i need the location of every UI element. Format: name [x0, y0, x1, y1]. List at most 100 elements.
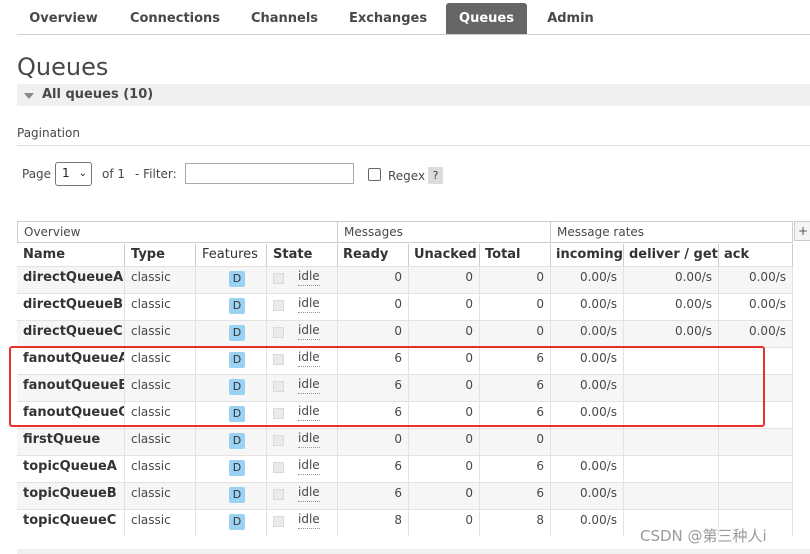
ready-count: 6: [337, 401, 409, 428]
col-header-deliver-get[interactable]: deliver / get: [623, 244, 719, 266]
durable-feature-badge[interactable]: D: [229, 298, 245, 314]
incoming-rate: 0.00/s: [550, 320, 624, 347]
state-indicator-icon: [273, 489, 284, 500]
ack-rate: [718, 482, 793, 509]
unacked-count: 0: [408, 293, 480, 320]
state-label: idle: [298, 510, 320, 529]
col-header-unacked[interactable]: Unacked: [408, 244, 480, 266]
page-title: Queues: [17, 53, 109, 81]
queue-state: idle: [267, 374, 338, 401]
table-row[interactable]: fanoutQueueB classic Didle 6 0 6 0.00/s: [17, 374, 793, 401]
queue-name-link[interactable]: directQueueA: [17, 266, 125, 293]
ack-rate: [718, 428, 793, 455]
incoming-rate: 0.00/s: [550, 509, 624, 536]
ready-count: 0: [337, 320, 409, 347]
total-count: 6: [479, 482, 551, 509]
durable-feature-badge[interactable]: D: [229, 487, 245, 503]
durable-feature-badge[interactable]: D: [229, 352, 245, 368]
durable-feature-badge[interactable]: D: [229, 325, 245, 341]
table-row[interactable]: fanoutQueueA classic Didle 6 0 6 0.00/s: [17, 347, 793, 374]
total-count: 6: [479, 401, 551, 428]
ready-count: 0: [337, 428, 409, 455]
page-count-label: of 1: [102, 167, 126, 181]
tab-overview[interactable]: Overview: [17, 3, 110, 34]
group-header-message-rates: Message rates: [550, 221, 793, 243]
queue-name-link[interactable]: fanoutQueueA: [17, 347, 125, 374]
queue-type: classic: [125, 455, 196, 482]
tab-admin[interactable]: Admin: [537, 3, 604, 34]
unacked-count: 0: [408, 401, 480, 428]
divider: [17, 145, 810, 146]
add-column-button[interactable]: +: [794, 221, 810, 241]
durable-feature-badge[interactable]: D: [229, 433, 245, 449]
queue-name-link[interactable]: fanoutQueueC: [17, 401, 125, 428]
col-header-state[interactable]: State: [267, 244, 338, 266]
table-row[interactable]: firstQueue classic Didle 0 0 0: [17, 428, 793, 455]
col-header-features[interactable]: Features: [196, 244, 267, 266]
durable-feature-badge[interactable]: D: [229, 460, 245, 476]
queue-name-link[interactable]: firstQueue: [17, 428, 125, 455]
col-header-total[interactable]: Total: [479, 244, 551, 266]
table-row[interactable]: topicQueueB classic Didle 6 0 6 0.00/s: [17, 482, 793, 509]
main-nav-tabs: Overview Connections Channels Exchanges …: [17, 3, 810, 35]
regex-checkbox[interactable]: [368, 168, 381, 181]
incoming-rate: 0.00/s: [550, 266, 624, 293]
queue-type: classic: [125, 266, 196, 293]
table-row[interactable]: directQueueA classic Didle 0 0 0 0.00/s 0.00/s 0…: [17, 266, 793, 293]
durable-feature-badge[interactable]: D: [229, 271, 245, 287]
total-count: 0: [479, 266, 551, 293]
queue-name-link[interactable]: fanoutQueueB: [17, 374, 125, 401]
durable-feature-badge[interactable]: D: [229, 379, 245, 395]
queue-features: D: [196, 266, 267, 293]
col-header-name[interactable]: Name: [17, 244, 125, 266]
col-header-incoming[interactable]: incoming: [550, 244, 624, 266]
state-label: idle: [298, 429, 320, 448]
state-indicator-icon: [273, 462, 284, 473]
queue-name-link[interactable]: topicQueueC: [17, 509, 125, 536]
durable-feature-badge[interactable]: D: [229, 406, 245, 422]
table-row[interactable]: fanoutQueueC classic Didle 6 0 6 0.00/s: [17, 401, 793, 428]
tab-connections[interactable]: Connections: [120, 3, 230, 34]
unacked-count: 0: [408, 482, 480, 509]
col-header-ack[interactable]: ack: [718, 244, 793, 266]
queue-name-link[interactable]: directQueueC: [17, 320, 125, 347]
queue-features: D: [196, 509, 267, 536]
queue-features: D: [196, 347, 267, 374]
queue-features: D: [196, 374, 267, 401]
tab-queues[interactable]: Queues: [446, 3, 527, 34]
bottom-bar: [17, 549, 810, 554]
filter-label: - Filter:: [135, 167, 177, 181]
ready-count: 6: [337, 347, 409, 374]
queue-name-link[interactable]: topicQueueA: [17, 455, 125, 482]
table-row[interactable]: directQueueB classic Didle 0 0 0 0.00/s 0.00/s 0…: [17, 293, 793, 320]
col-header-ready[interactable]: Ready: [337, 244, 409, 266]
filter-input[interactable]: [185, 163, 354, 184]
regex-help-button[interactable]: ?: [428, 167, 443, 184]
table-row[interactable]: directQueueC classic Didle 0 0 0 0.00/s 0.00/s 0…: [17, 320, 793, 347]
queue-name-link[interactable]: directQueueB: [17, 293, 125, 320]
ack-rate: [718, 374, 793, 401]
unacked-count: 0: [408, 347, 480, 374]
durable-feature-badge[interactable]: D: [229, 514, 245, 530]
table-row[interactable]: topicQueueA classic Didle 6 0 6 0.00/s: [17, 455, 793, 482]
col-header-type[interactable]: Type: [125, 244, 196, 266]
queue-state: idle: [267, 455, 338, 482]
tab-exchanges[interactable]: Exchanges: [339, 3, 437, 34]
state-indicator-icon: [273, 273, 284, 284]
page-select[interactable]: 1 ⌄: [55, 162, 92, 186]
state-label: idle: [298, 402, 320, 421]
all-queues-section-toggle[interactable]: All queues (10): [17, 84, 810, 106]
state-indicator-icon: [273, 516, 284, 527]
queue-state: idle: [267, 266, 338, 293]
queue-type: classic: [125, 293, 196, 320]
unacked-count: 0: [408, 320, 480, 347]
state-label: idle: [298, 483, 320, 502]
state-label: idle: [298, 456, 320, 475]
tab-channels[interactable]: Channels: [240, 3, 329, 34]
queue-features: D: [196, 293, 267, 320]
queue-state: idle: [267, 401, 338, 428]
ack-rate: [718, 347, 793, 374]
regex-label: Regex: [388, 169, 426, 183]
queue-name-link[interactable]: topicQueueB: [17, 482, 125, 509]
total-count: 0: [479, 320, 551, 347]
